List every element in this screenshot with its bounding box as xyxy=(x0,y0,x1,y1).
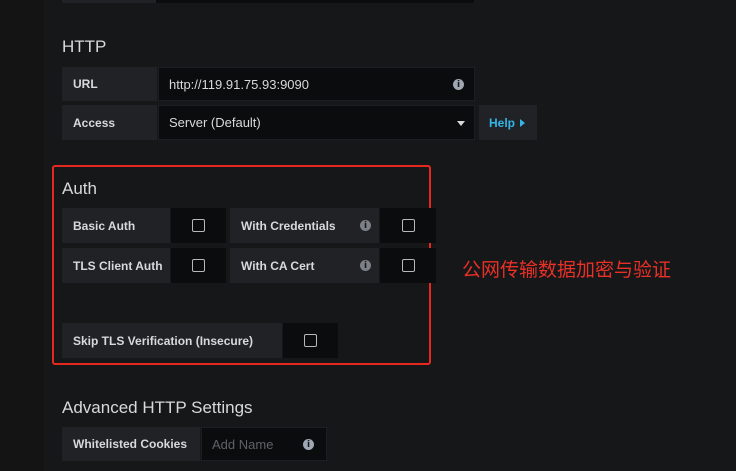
auth-section-heading: Auth xyxy=(62,179,97,198)
advanced-http-settings-heading: Advanced HTTP Settings xyxy=(62,398,253,417)
annotation-text: 公网传输数据加密与验证 xyxy=(462,259,672,281)
checkbox-box xyxy=(192,219,205,232)
info-icon[interactable]: i xyxy=(453,79,464,90)
access-label: Access xyxy=(62,105,158,140)
tls-client-auth-label: TLS Client Auth xyxy=(62,248,171,283)
with-credentials-checkbox[interactable] xyxy=(380,208,436,243)
whitelisted-cookies-placeholder: Add Name xyxy=(212,436,274,452)
url-label: URL xyxy=(62,67,158,101)
with-credentials-label-text: With Credentials xyxy=(241,218,336,233)
with-credentials-label: With Credentials xyxy=(230,208,380,243)
checkbox-box xyxy=(401,259,415,272)
skip-tls-label: Skip TLS Verification (Insecure) xyxy=(62,323,283,358)
skip-tls-checkbox[interactable] xyxy=(283,323,338,358)
whitelisted-cookies-label: Whitelisted Cookies xyxy=(62,427,201,461)
url-input[interactable]: http://119.91.75.93:9090 xyxy=(158,67,475,101)
with-ca-cert-label: With CA Cert xyxy=(230,248,380,283)
checkbox-box xyxy=(192,259,205,272)
checkbox-box xyxy=(304,334,317,347)
info-icon[interactable]: i xyxy=(360,260,371,271)
basic-auth-label: Basic Auth xyxy=(62,208,171,243)
caret-down-icon[interactable] xyxy=(457,121,465,126)
with-ca-cert-checkbox[interactable] xyxy=(380,248,436,283)
with-ca-cert-label-text: With CA Cert xyxy=(241,258,315,273)
info-icon[interactable]: i xyxy=(360,220,371,231)
info-icon[interactable]: i xyxy=(303,439,314,450)
url-input-value: http://119.91.75.93:9090 xyxy=(169,76,309,92)
access-select[interactable]: Server (Default) xyxy=(158,105,475,140)
help-button-label: Help xyxy=(489,115,516,130)
basic-auth-checkbox[interactable] xyxy=(171,208,226,243)
access-select-value: Server (Default) xyxy=(169,115,261,130)
previous-field-row xyxy=(62,0,474,3)
tls-client-auth-checkbox[interactable] xyxy=(171,248,226,283)
left-sidebar-rail xyxy=(0,0,44,471)
http-section-heading: HTTP xyxy=(62,37,107,56)
checkbox-box xyxy=(401,219,415,232)
caret-right-icon xyxy=(520,118,526,127)
help-button[interactable]: Help xyxy=(479,105,537,140)
